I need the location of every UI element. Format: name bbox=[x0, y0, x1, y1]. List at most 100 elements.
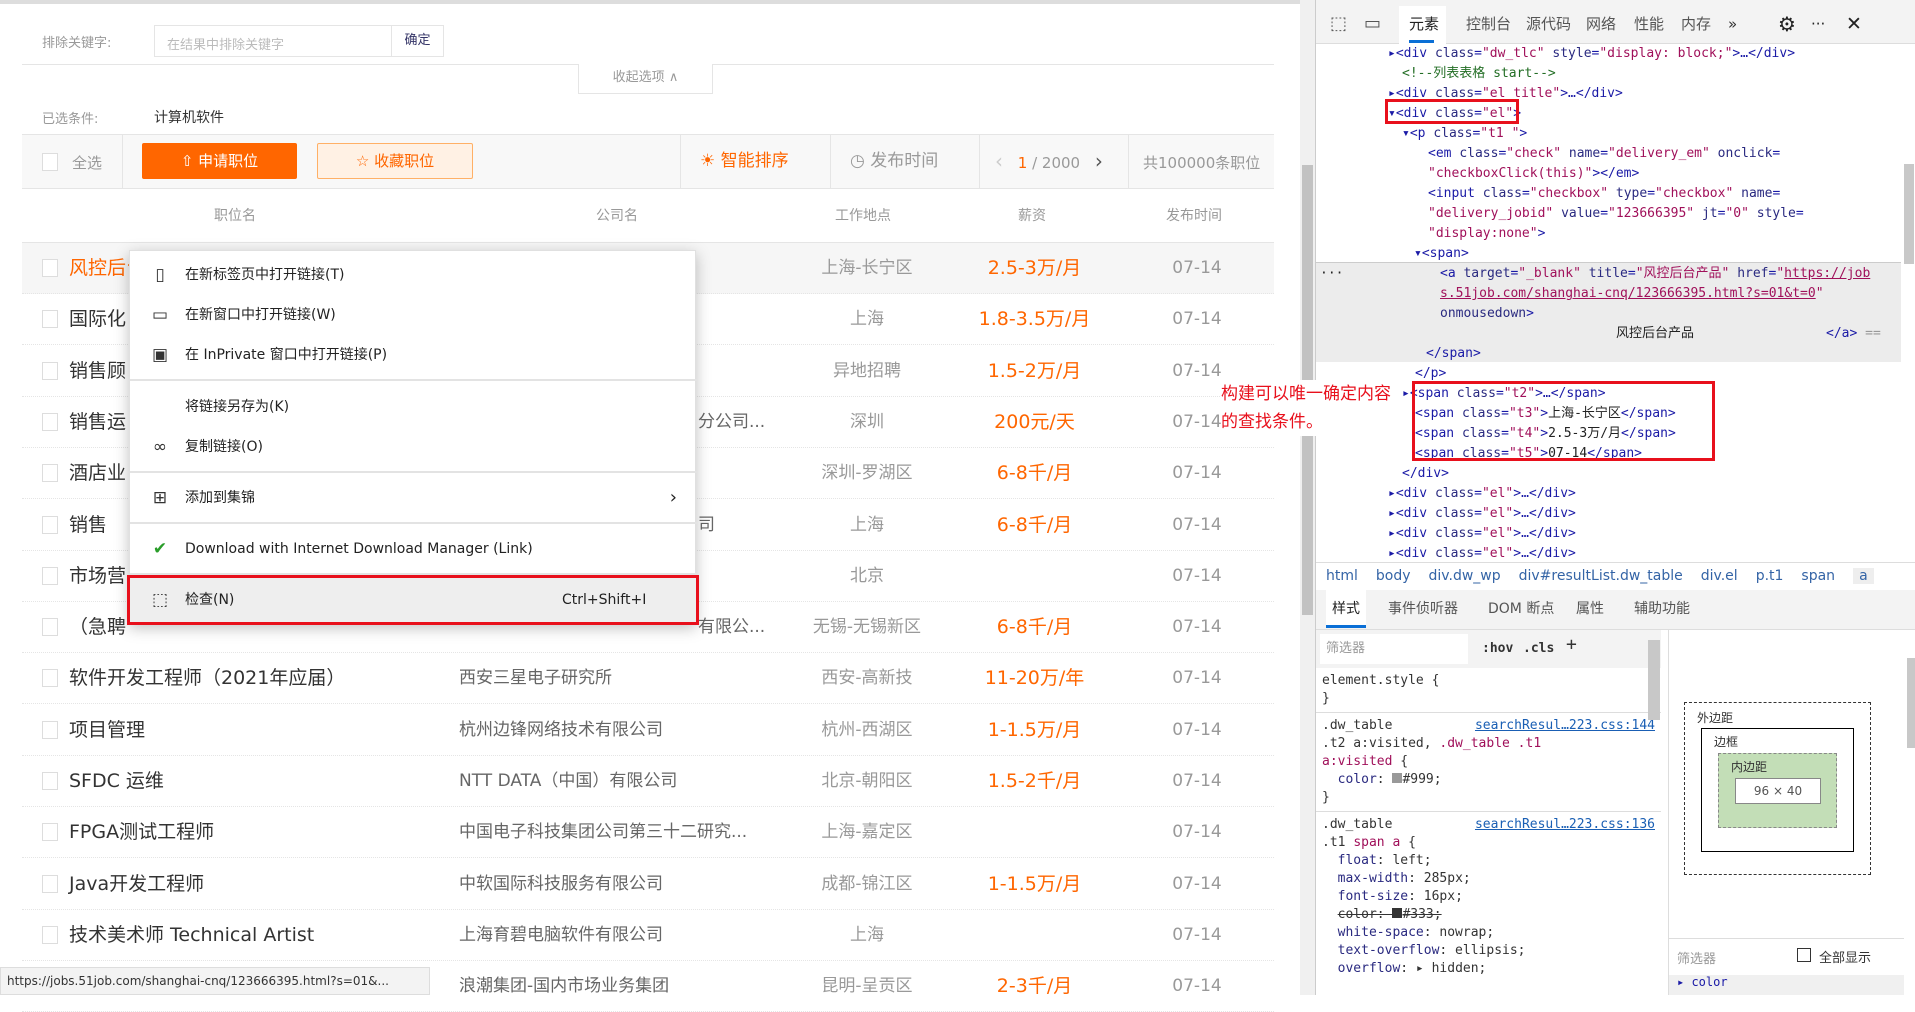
crumb[interactable]: body bbox=[1376, 568, 1411, 584]
row-checkbox[interactable] bbox=[42, 566, 58, 585]
tree-node[interactable]: ▸<div class="dw_tlc" style="display: blo… bbox=[1388, 44, 1898, 64]
more-options-icon[interactable]: ··· bbox=[1811, 0, 1825, 48]
job-title-link[interactable]: SFDC 运维 bbox=[69, 756, 164, 807]
company-link[interactable]: 杭州边锋网络技术有限公司 bbox=[459, 705, 663, 756]
row-checkbox[interactable] bbox=[42, 310, 58, 329]
crumb[interactable]: span bbox=[1801, 568, 1835, 584]
table-row[interactable]: 技术美术师 Technical Artist 上海育碧电脑软件有限公司 上海 0… bbox=[22, 910, 1274, 961]
table-row[interactable]: 项目管理 杭州边锋网络技术有限公司 杭州-西湖区 1-1.5万/月 07-14 bbox=[22, 705, 1274, 756]
tree-node-selected-a[interactable]: <a target="_blank" title="风控后台产品" href="… bbox=[1440, 264, 1880, 304]
tab-styles[interactable]: 样式 bbox=[1326, 590, 1366, 628]
job-title-link[interactable]: 软件开发工程师（2021年应届） bbox=[69, 653, 345, 704]
row-checkbox[interactable] bbox=[42, 515, 58, 534]
crumb[interactable]: p.t1 bbox=[1756, 568, 1784, 584]
gear-icon[interactable]: ⚙ bbox=[1778, 0, 1796, 48]
more-tabs-icon[interactable]: » bbox=[1728, 0, 1737, 48]
tree-node[interactable]: ▸<div class="el">…</div> bbox=[1388, 484, 1788, 504]
inspect-element-icon[interactable]: ⬚ bbox=[1330, 0, 1347, 48]
tab-network[interactable]: 网络 bbox=[1586, 0, 1616, 48]
company-link[interactable]: 浪潮集团-国内市场业务集团 bbox=[459, 961, 669, 1012]
job-title-link[interactable]: 国际化 bbox=[69, 294, 126, 345]
tree-node[interactable]: ▾<p class="t1 "> bbox=[1402, 124, 1882, 144]
tab-performance[interactable]: 性能 bbox=[1634, 0, 1664, 48]
page-scrollbar[interactable] bbox=[1300, 0, 1315, 995]
row-checkbox[interactable] bbox=[42, 618, 58, 637]
tree-node[interactable]: ▾<span> bbox=[1414, 244, 1894, 264]
job-title-link[interactable]: FPGA测试工程师 bbox=[69, 807, 214, 858]
tree-node[interactable]: ▸<div class="el">…</div> bbox=[1388, 544, 1788, 564]
styles-scrollbar[interactable] bbox=[1648, 640, 1660, 720]
row-checkbox[interactable] bbox=[42, 823, 58, 842]
menu-open-inprivate[interactable]: ▣ 在 InPrivate 窗口中打开链接(P) bbox=[130, 335, 697, 375]
crumb[interactable]: html bbox=[1326, 568, 1358, 584]
favorite-job-button[interactable]: ☆ 收藏职位 bbox=[317, 143, 473, 179]
company-link[interactable]: 中国电子科技集团公司第三十二研究... bbox=[459, 807, 747, 858]
table-row[interactable]: FPGA测试工程师 中国电子科技集团公司第三十二研究... 上海-嘉定区 07-… bbox=[22, 807, 1274, 859]
select-all-checkbox[interactable] bbox=[42, 153, 58, 171]
row-checkbox[interactable] bbox=[42, 412, 58, 431]
smart-sort-button[interactable]: ☀ 智能排序 bbox=[700, 134, 789, 189]
menu-copy-link[interactable]: ∞ 复制链接(O) bbox=[130, 427, 697, 467]
cls-button[interactable]: .cls bbox=[1523, 640, 1554, 658]
menu-save-link-as[interactable]: 将链接另存为(K) bbox=[130, 387, 697, 427]
menu-open-new-window[interactable]: ▭ 在新窗口中打开链接(W) bbox=[130, 295, 697, 335]
tab-dom-breakpoints[interactable]: DOM 断点 bbox=[1488, 590, 1554, 628]
styles-filter-input[interactable]: 筛选器 bbox=[1320, 634, 1468, 664]
job-title-link[interactable]: 酒店业 bbox=[69, 448, 126, 499]
source-link[interactable]: searchResul…223.css:144 bbox=[1475, 717, 1655, 735]
publish-time-sort-button[interactable]: ◷ 发布时间 bbox=[850, 134, 938, 189]
tree-scrollbar[interactable] bbox=[1904, 164, 1914, 264]
crumb[interactable]: a bbox=[1853, 568, 1874, 584]
table-row[interactable]: SFDC 运维 NTT DATA（中国）有限公司 北京-朝阳区 1.5-2千/月… bbox=[22, 756, 1274, 807]
computed-color-prop[interactable]: color bbox=[1691, 975, 1727, 989]
row-checkbox[interactable] bbox=[42, 925, 58, 944]
row-checkbox[interactable] bbox=[42, 259, 58, 277]
collapse-options-button[interactable]: 收起选项 ∧ bbox=[578, 64, 713, 94]
confirm-button[interactable]: 确定 bbox=[391, 26, 443, 56]
add-rule-icon[interactable]: + bbox=[1566, 636, 1577, 654]
tab-properties[interactable]: 属性 bbox=[1576, 590, 1604, 628]
tab-event-listeners[interactable]: 事件侦听器 bbox=[1388, 590, 1458, 628]
row-checkbox[interactable] bbox=[42, 669, 58, 688]
tree-node[interactable]: ▸<div class="el">…</div> bbox=[1388, 504, 1788, 524]
hov-button[interactable]: :hov bbox=[1482, 640, 1513, 658]
row-checkbox[interactable] bbox=[42, 720, 58, 739]
job-title-link[interactable]: 项目管理 bbox=[69, 705, 145, 756]
crumb[interactable]: div#resultList.dw_table bbox=[1519, 568, 1683, 584]
job-title-link[interactable]: 销售 bbox=[69, 500, 107, 551]
source-link[interactable]: searchResul…223.css:136 bbox=[1475, 816, 1655, 834]
tree-node[interactable]: <input class="checkbox" type="checkbox" … bbox=[1428, 184, 1898, 244]
job-title-link[interactable]: 市场营 bbox=[69, 551, 126, 602]
tree-comment[interactable]: <!--列表表格 start--> bbox=[1402, 64, 1882, 84]
prev-page-icon[interactable]: ‹ bbox=[995, 149, 1003, 173]
company-link[interactable]: 中软国际科技服务有限公司 bbox=[459, 859, 663, 910]
job-title-link[interactable]: Java开发工程师 bbox=[69, 859, 204, 910]
crumb[interactable]: div.el bbox=[1701, 568, 1738, 584]
job-title-link[interactable]: 销售顾 bbox=[69, 346, 126, 397]
more-icon[interactable]: ··· bbox=[1320, 264, 1350, 284]
apply-job-button[interactable]: ⇧ 申请职位 bbox=[142, 143, 297, 179]
row-checkbox[interactable] bbox=[42, 874, 58, 893]
company-link[interactable]: 分公司... bbox=[698, 397, 765, 448]
tree-node[interactable]: <em class="check" name="delivery_em" onc… bbox=[1428, 144, 1898, 184]
row-checkbox[interactable] bbox=[42, 772, 58, 790]
tree-node[interactable]: ▸<div class="el">…</div> bbox=[1388, 524, 1788, 544]
company-link[interactable]: NTT DATA（中国）有限公司 bbox=[459, 756, 677, 807]
job-title-link[interactable]: 技术美术师 Technical Artist bbox=[69, 910, 314, 961]
tab-accessibility[interactable]: 辅助功能 bbox=[1634, 590, 1690, 628]
job-title-link[interactable]: （急聘 bbox=[69, 602, 126, 653]
device-emulation-icon[interactable]: ▭ bbox=[1364, 0, 1381, 48]
crumb[interactable]: div.dw_wp bbox=[1429, 568, 1501, 584]
computed-filter-input[interactable]: 筛选器 bbox=[1677, 948, 1716, 967]
box-scrollbar[interactable] bbox=[1907, 658, 1915, 748]
tab-sources[interactable]: 源代码 bbox=[1526, 0, 1571, 48]
next-page-icon[interactable]: › bbox=[1095, 149, 1103, 173]
menu-open-new-tab[interactable]: ▯ 在新标签页中打开链接(T) bbox=[130, 255, 697, 295]
row-checkbox[interactable] bbox=[42, 464, 58, 483]
row-checkbox[interactable] bbox=[42, 361, 58, 380]
tab-console[interactable]: 控制台 bbox=[1466, 0, 1511, 48]
company-link[interactable]: 有限公... bbox=[698, 602, 765, 653]
tab-memory[interactable]: 内存 bbox=[1681, 0, 1711, 48]
table-row[interactable]: Java开发工程师 中软国际科技服务有限公司 成都-锦江区 1-1.5万/月 0… bbox=[22, 859, 1274, 910]
company-link[interactable]: 上海育碧电脑软件有限公司 bbox=[459, 910, 663, 961]
